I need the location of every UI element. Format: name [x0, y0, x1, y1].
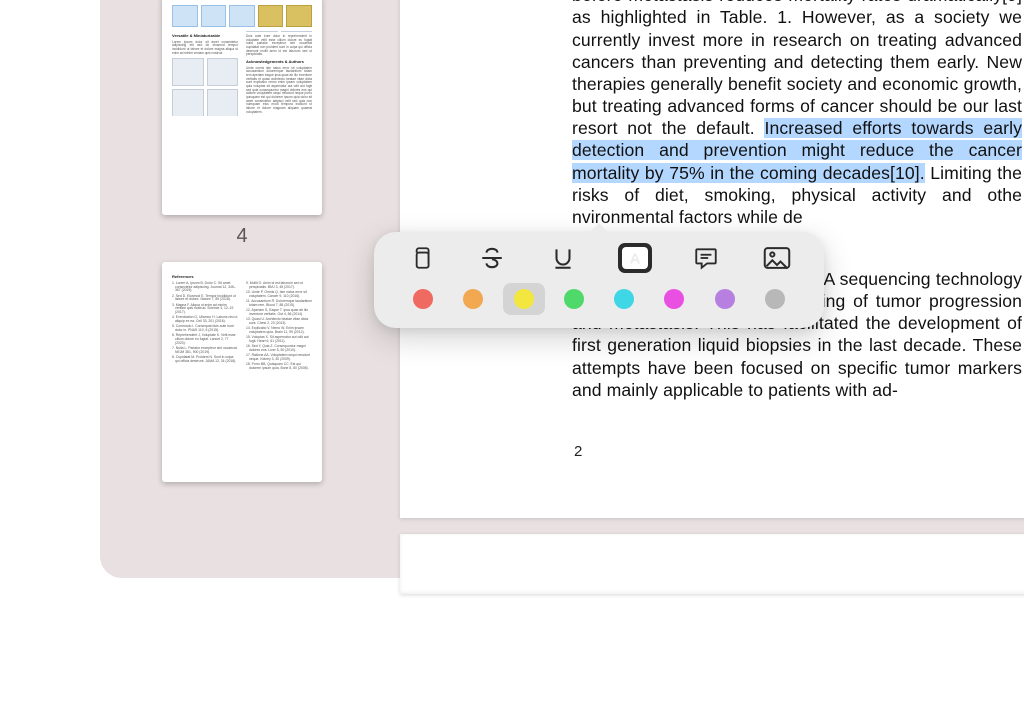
- page-label: 4: [100, 225, 384, 248]
- comment-tool[interactable]: [689, 243, 723, 273]
- annotation-tool-row: A: [400, 243, 798, 273]
- color-swatch-pink[interactable]: [653, 283, 695, 315]
- copy-tool[interactable]: [404, 243, 438, 273]
- color-swatch-gray[interactable]: [754, 283, 796, 315]
- highlight-tool[interactable]: A: [618, 243, 652, 273]
- color-swatch-yellow[interactable]: [503, 283, 545, 315]
- color-swatch-orange[interactable]: [452, 283, 494, 315]
- text-column-left[interactable]: to as metastasis and it is a defining ch…: [572, 0, 1022, 228]
- color-swatch-green[interactable]: [553, 283, 595, 315]
- color-swatch-cyan[interactable]: [603, 283, 645, 315]
- strikethrough-tool[interactable]: [475, 243, 509, 273]
- svg-text:A: A: [629, 251, 640, 268]
- popover-caret: [589, 223, 609, 233]
- color-swatch-purple[interactable]: [704, 283, 746, 315]
- image-tool[interactable]: [760, 243, 794, 273]
- annotation-popover: A: [374, 232, 824, 328]
- thumbnail-page-4[interactable]: References 1. Lorem A, Ipsum B, Dolor C.…: [162, 262, 322, 482]
- page-number: 2: [574, 443, 582, 460]
- annotation-color-row: [400, 283, 798, 315]
- color-swatch-red[interactable]: [402, 283, 444, 315]
- document-page-next[interactable]: [400, 534, 1024, 594]
- underline-tool[interactable]: [546, 243, 580, 273]
- thumbnail-sidebar: 3 Versatile & Miniaturizable Lorem ipsum…: [100, 0, 384, 578]
- thumbnail-page-3[interactable]: Versatile & Miniaturizable Lorem ipsum d…: [162, 0, 322, 215]
